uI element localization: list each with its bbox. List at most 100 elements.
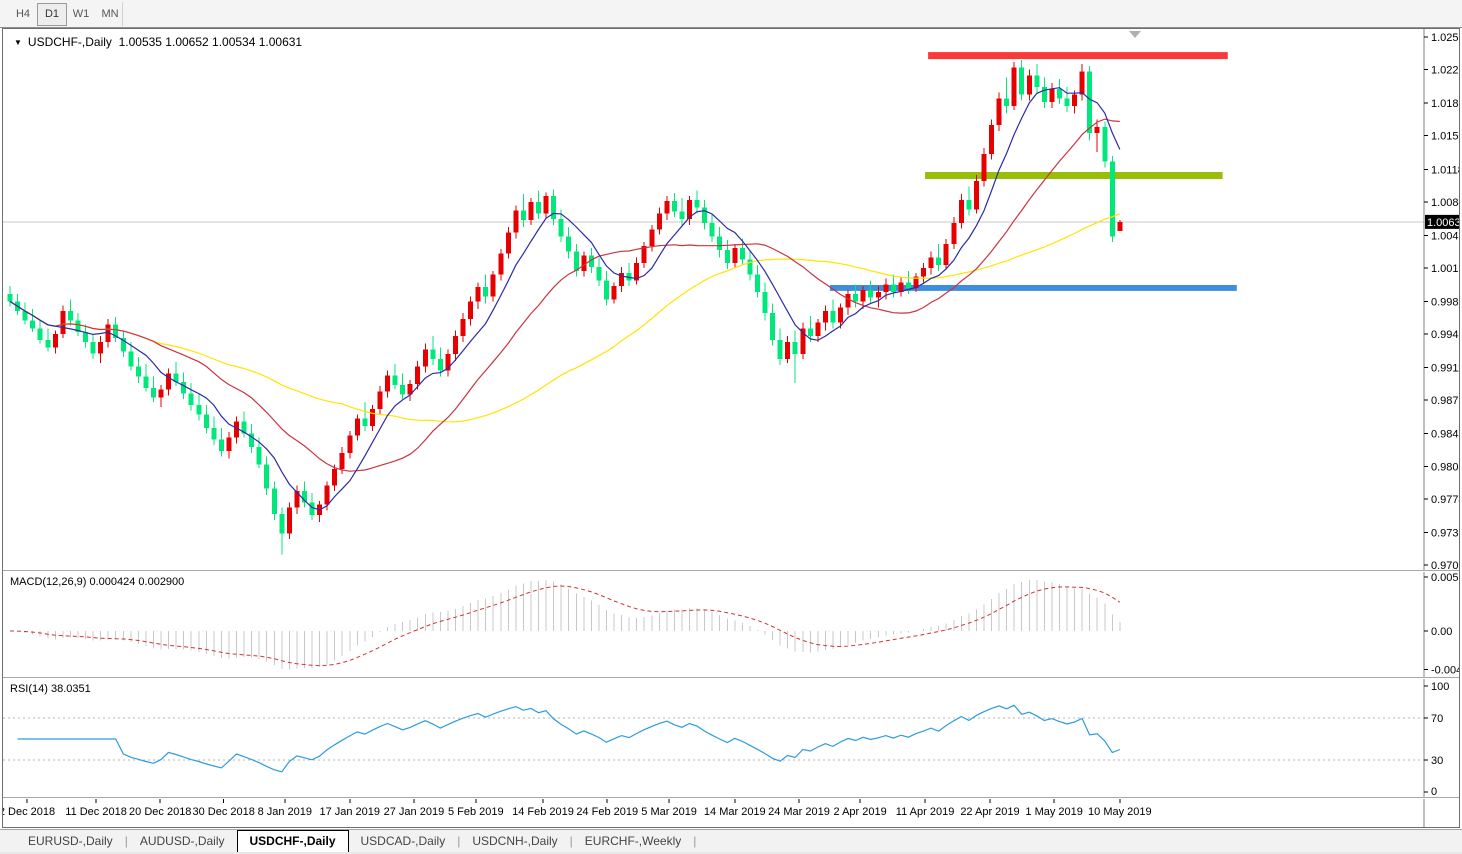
candle-body bbox=[936, 257, 942, 266]
symbol-period-label: USDCHF-,Daily bbox=[27, 35, 112, 49]
candle-body bbox=[762, 291, 768, 314]
price-axis-label: 0.99460 bbox=[1431, 329, 1459, 341]
candle-body bbox=[739, 247, 745, 260]
candle-body bbox=[649, 229, 655, 246]
ma-mid-line bbox=[9, 118, 1120, 472]
candle-body bbox=[505, 232, 511, 254]
price-axis-label: 0.97740 bbox=[1431, 494, 1459, 506]
price-axis-label: 1.02560 bbox=[1431, 32, 1459, 44]
price-axis-label: 1.02220 bbox=[1431, 65, 1459, 77]
rsi-indicator-pane[interactable]: 100 70 30 0 bbox=[3, 679, 1459, 797]
candle-body bbox=[332, 469, 338, 486]
candle-body bbox=[271, 488, 277, 515]
price-axis-label: 0.99800 bbox=[1431, 297, 1459, 309]
date-axis-label: 1 May 2019 bbox=[1025, 806, 1082, 818]
candle-body bbox=[807, 328, 813, 337]
candle-body bbox=[943, 244, 949, 266]
candle-body bbox=[973, 180, 979, 210]
date-axis-label: 5 Mar 2019 bbox=[641, 806, 697, 818]
candle-body bbox=[845, 293, 851, 308]
price-axis-label: 0.98770 bbox=[1431, 395, 1459, 407]
candle-body bbox=[1064, 98, 1070, 107]
date-axis-label: 2 Dec 2018 bbox=[3, 806, 55, 818]
candle-body bbox=[981, 153, 987, 181]
date-axis-label: 30 Dec 2018 bbox=[192, 806, 254, 818]
candle-body bbox=[67, 311, 73, 321]
candle-body bbox=[785, 341, 791, 360]
candle-body bbox=[853, 293, 859, 302]
candle-body bbox=[422, 349, 428, 367]
candle-body bbox=[664, 200, 670, 214]
macd-axis-label: 0.00597 bbox=[1431, 572, 1459, 584]
candle-body bbox=[7, 293, 13, 302]
candle-body bbox=[203, 414, 209, 428]
candle-body bbox=[830, 311, 836, 323]
timeframe-button-d1[interactable]: D1 bbox=[37, 3, 67, 26]
timeframe-button-h4[interactable]: H4 bbox=[8, 3, 38, 26]
candle-body bbox=[777, 339, 783, 360]
date-axis-label: 5 Feb 2019 bbox=[448, 806, 504, 818]
macd-indicator-pane[interactable]: 0.00597 0.00 -0.00424 bbox=[3, 572, 1459, 677]
timeframe-button-w1[interactable]: W1 bbox=[66, 3, 96, 26]
tab-audusd-daily[interactable]: AUDUSD-,Daily bbox=[128, 831, 237, 852]
date-axis-label: 8 Jan 2019 bbox=[258, 806, 312, 818]
candle-body bbox=[158, 389, 164, 398]
tab-usdchf-daily[interactable]: USDCHF-,Daily bbox=[236, 829, 349, 853]
current-price-badge-value: 1.00631 bbox=[1427, 217, 1459, 229]
candle-body bbox=[60, 311, 66, 335]
price-chart-pane[interactable]: 1.02560 1.02220 1.01870 1.01530 1.01180 1.008… bbox=[3, 29, 1459, 570]
rsi-axis-label: 70 bbox=[1431, 713, 1443, 725]
price-axis-label: 1.01180 bbox=[1431, 164, 1459, 176]
candle-body bbox=[30, 320, 36, 329]
broken-support-zone[interactable] bbox=[925, 172, 1223, 179]
chart-shift-marker-icon[interactable] bbox=[1129, 31, 1141, 38]
candle-body bbox=[815, 322, 821, 337]
candle-body bbox=[1117, 221, 1123, 232]
date-axis[interactable]: 2 Dec 2018 11 Dec 2018 20 Dec 2018 30 Dec 2… bbox=[3, 799, 1459, 827]
toolbar-separator bbox=[122, 2, 123, 26]
macd-axis-label: -0.00424 bbox=[1431, 664, 1459, 676]
timeframe-button-mn[interactable]: MN bbox=[95, 3, 125, 26]
candle-body bbox=[324, 485, 330, 505]
resistance-zone[interactable] bbox=[928, 52, 1228, 60]
chart-collapse-icon[interactable]: ▼ bbox=[14, 38, 22, 47]
candle-body bbox=[717, 236, 723, 250]
candle-body bbox=[875, 291, 881, 298]
candle-body bbox=[770, 313, 776, 340]
candle-body bbox=[566, 236, 572, 252]
candle-body bbox=[966, 199, 972, 210]
candle-body bbox=[188, 393, 194, 405]
candle-body bbox=[143, 376, 149, 388]
candle-body bbox=[1109, 161, 1115, 237]
tab-usdcnh-daily[interactable]: USDCNH-,Daily bbox=[460, 831, 569, 852]
candle-body bbox=[218, 439, 224, 451]
date-axis-label: 24 Feb 2019 bbox=[576, 806, 638, 818]
date-axis-label: 2 Apr 2019 bbox=[834, 806, 887, 818]
candle-body bbox=[536, 201, 541, 214]
candle-body bbox=[354, 418, 360, 436]
candle-body bbox=[460, 318, 466, 337]
candle-body bbox=[181, 382, 187, 394]
candle-body bbox=[437, 359, 443, 371]
candle-body bbox=[573, 251, 579, 271]
candle-body bbox=[490, 274, 496, 297]
date-axis-label: 24 Mar 2019 bbox=[768, 806, 830, 818]
candle-body bbox=[498, 253, 504, 275]
candle-body bbox=[135, 366, 141, 377]
candle-body bbox=[286, 507, 292, 534]
candle-body bbox=[754, 274, 760, 292]
candle-body bbox=[1094, 127, 1100, 133]
candle-body bbox=[656, 213, 662, 230]
candle-body bbox=[1011, 67, 1017, 107]
candle-body bbox=[838, 307, 843, 323]
date-axis-label: 14 Feb 2019 bbox=[512, 806, 574, 818]
tab-eurchf-weekly[interactable]: EURCHF-,Weekly bbox=[573, 831, 693, 852]
candle-body bbox=[45, 339, 51, 348]
tab-usdcad-daily[interactable]: USDCAD-,Daily bbox=[349, 831, 458, 852]
candle-body bbox=[528, 201, 534, 221]
candle-body bbox=[513, 210, 519, 233]
rsi-label: RSI(14) 38.0351 bbox=[10, 683, 91, 695]
price-axis-label: 1.00490 bbox=[1431, 230, 1459, 242]
candle-body bbox=[400, 384, 406, 395]
tab-eurusd-daily[interactable]: EURUSD-,Daily bbox=[16, 831, 125, 852]
